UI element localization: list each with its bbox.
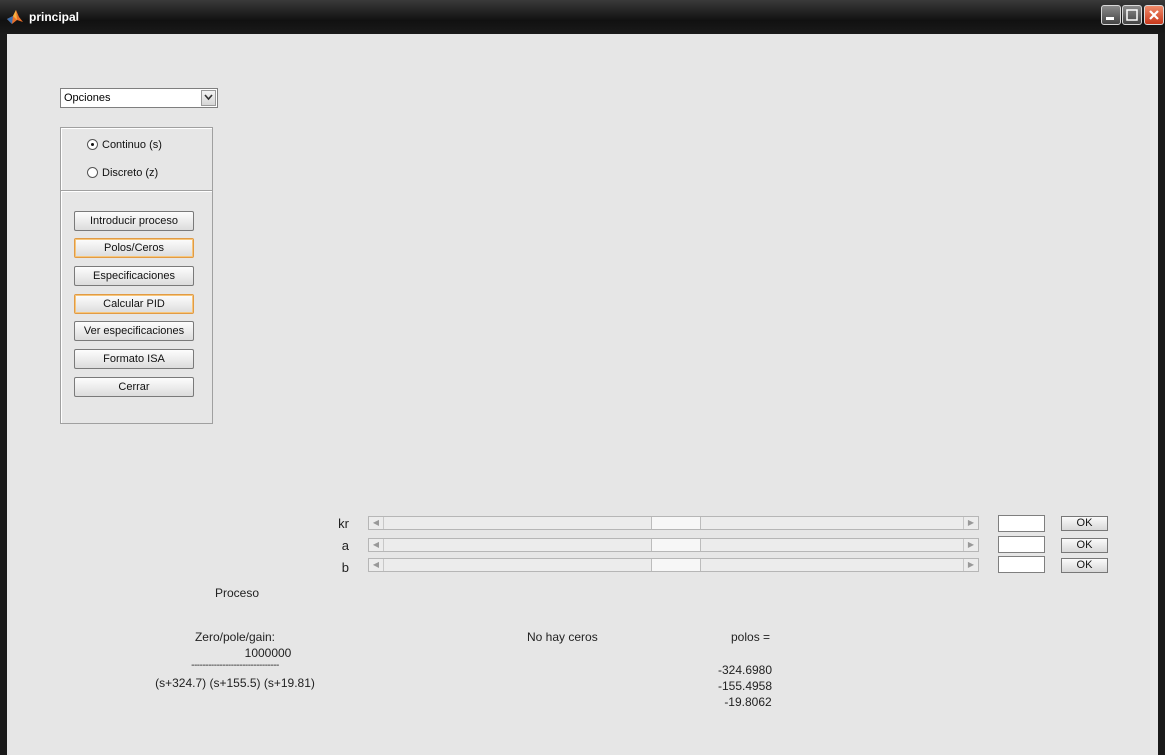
options-dropdown-value: Opciones bbox=[64, 92, 111, 104]
maximize-icon bbox=[1123, 6, 1141, 24]
panel-divider bbox=[61, 190, 212, 192]
scroll-left-icon[interactable]: ◀ bbox=[369, 559, 384, 571]
title-bar[interactable]: principal bbox=[0, 0, 1165, 34]
radio-discreto[interactable]: Discreto (z) bbox=[87, 167, 158, 179]
formato-isa-button[interactable]: Formato ISA bbox=[74, 349, 194, 369]
polos-ceros-button[interactable]: Polos/Ceros bbox=[74, 238, 194, 258]
pole-value: -19.8062 bbox=[724, 695, 772, 709]
radio-continuo[interactable]: Continuo (s) bbox=[87, 139, 162, 151]
chevron-down-icon[interactable] bbox=[201, 90, 216, 106]
slider-thumb[interactable] bbox=[651, 539, 701, 551]
zpk-label: Zero/pole/gain: bbox=[194, 630, 276, 644]
window-title: principal bbox=[29, 10, 80, 24]
slider-a[interactable]: ◀ ▶ bbox=[368, 538, 979, 552]
close-icon bbox=[1145, 6, 1163, 24]
slider-thumb[interactable] bbox=[651, 559, 701, 571]
cerrar-button[interactable]: Cerrar bbox=[74, 377, 194, 397]
slider-thumb[interactable] bbox=[651, 517, 701, 529]
control-panel: Continuo (s) Discreto (z) Introducir pro… bbox=[60, 127, 213, 424]
scroll-right-icon[interactable]: ▶ bbox=[963, 517, 978, 529]
process-heading: Proceso bbox=[215, 586, 260, 600]
kr-input[interactable] bbox=[998, 515, 1045, 532]
calcular-pid-button[interactable]: Calcular PID bbox=[74, 294, 194, 314]
zpk-numerator: 1000000 bbox=[244, 646, 292, 660]
scroll-left-icon[interactable]: ◀ bbox=[369, 539, 384, 551]
poles-label: polos = bbox=[731, 630, 771, 644]
pole-value: -324.6980 bbox=[717, 663, 773, 677]
a-input[interactable] bbox=[998, 536, 1045, 553]
options-dropdown[interactable]: Opciones bbox=[60, 88, 218, 108]
radio-checked-icon bbox=[87, 139, 98, 150]
close-button[interactable] bbox=[1144, 5, 1164, 25]
radio-unchecked-icon bbox=[87, 167, 98, 178]
introducir-proceso-button[interactable]: Introducir proceso bbox=[74, 211, 194, 231]
matlab-icon bbox=[7, 10, 23, 24]
slider-b[interactable]: ◀ ▶ bbox=[368, 558, 979, 572]
kr-ok-button[interactable]: OK bbox=[1061, 516, 1108, 531]
pole-value: -155.4958 bbox=[717, 679, 773, 693]
a-ok-button[interactable]: OK bbox=[1061, 538, 1108, 553]
b-ok-button[interactable]: OK bbox=[1061, 558, 1108, 573]
radio-discreto-label: Discreto (z) bbox=[102, 167, 159, 179]
slider-kr[interactable]: ◀ ▶ bbox=[368, 516, 979, 530]
radio-continuo-label: Continuo (s) bbox=[102, 139, 162, 151]
scroll-left-icon[interactable]: ◀ bbox=[369, 517, 384, 529]
b-input[interactable] bbox=[998, 556, 1045, 573]
especificaciones-button[interactable]: Especificaciones bbox=[74, 266, 194, 286]
zpk-denominator: (s+324.7) (s+155.5) (s+19.81) bbox=[155, 676, 315, 690]
scroll-right-icon[interactable]: ▶ bbox=[963, 539, 978, 551]
maximize-button[interactable] bbox=[1122, 5, 1142, 25]
slider-a-label: a bbox=[341, 538, 349, 553]
zpk-fraction-line: ------------------------------- bbox=[191, 660, 279, 671]
zeros-text: No hay ceros bbox=[527, 630, 598, 644]
minimize-icon bbox=[1102, 6, 1120, 24]
minimize-button[interactable] bbox=[1101, 5, 1121, 25]
slider-b-label: b bbox=[341, 560, 349, 575]
ver-especificaciones-button[interactable]: Ver especificaciones bbox=[74, 321, 194, 341]
slider-kr-label: kr bbox=[338, 516, 349, 531]
scroll-right-icon[interactable]: ▶ bbox=[963, 559, 978, 571]
